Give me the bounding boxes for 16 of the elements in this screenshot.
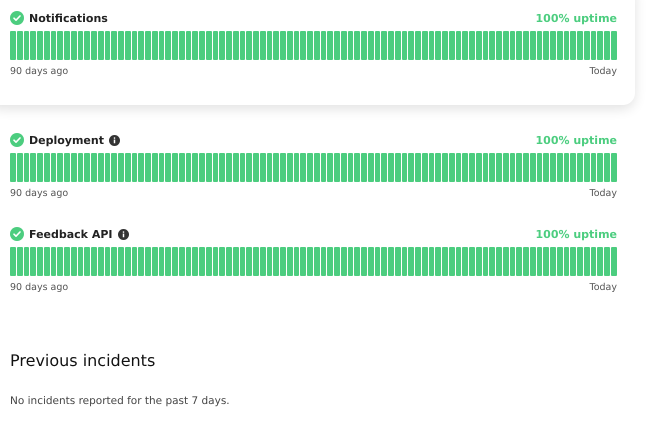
info-icon[interactable] — [108, 134, 120, 146]
info-icon[interactable] — [118, 228, 128, 240]
component-name: Deployment — [29, 134, 104, 146]
start-label: 90 days ago — [10, 282, 68, 293]
end-label: Today — [590, 188, 617, 199]
uptime-percentage: 100% uptime — [536, 134, 617, 146]
section-heading: Previous incidents — [10, 351, 156, 370]
uptime-percentage: 100% uptime — [536, 228, 617, 240]
component-name: Notifications — [29, 12, 108, 24]
end-label: Today — [590, 282, 617, 293]
end-label: Today — [590, 66, 617, 77]
start-label: 90 days ago — [10, 188, 68, 199]
uptime-percentage: 100% uptime — [536, 12, 617, 24]
component-name: Feedback API — [29, 228, 112, 240]
incidents-message: No incidents reported for the past 7 days. — [10, 395, 231, 407]
start-label: 90 days ago — [10, 66, 68, 77]
